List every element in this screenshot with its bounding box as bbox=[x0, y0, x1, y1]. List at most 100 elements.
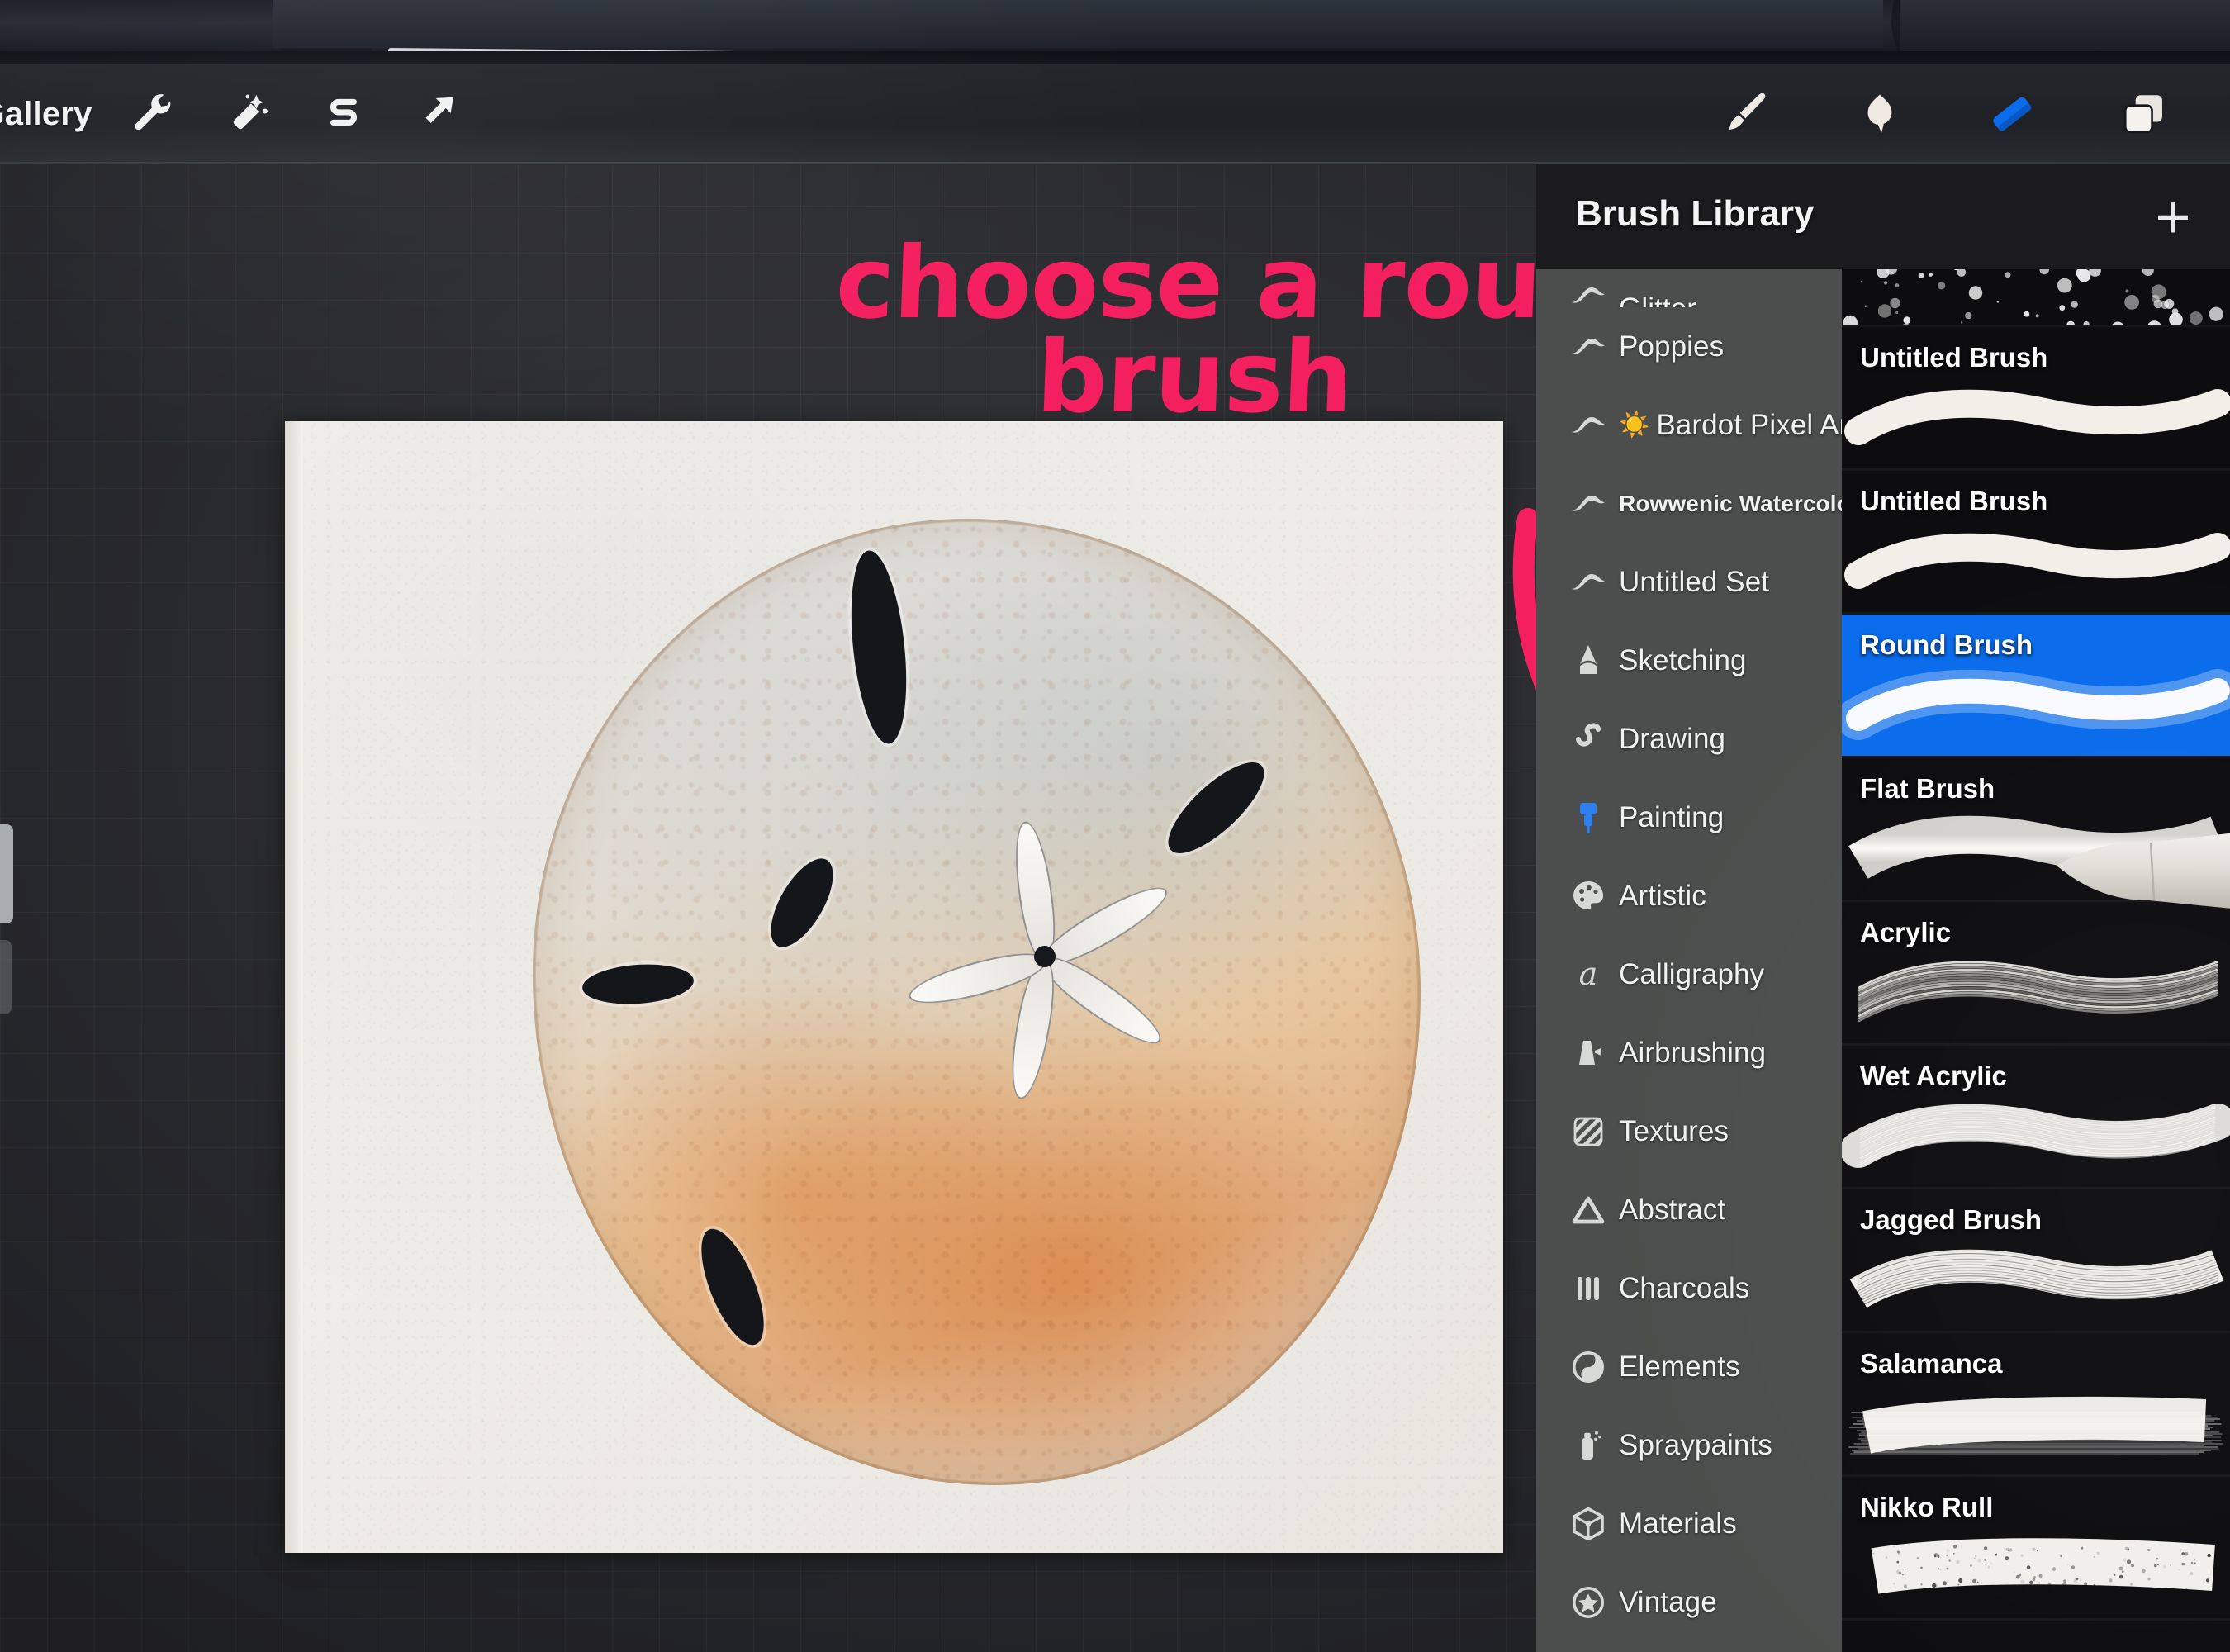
brush-category-luminance[interactable]: Luminance bbox=[1536, 1641, 1842, 1652]
airbrush-icon bbox=[1558, 1030, 1619, 1076]
brush-category-label: Abstract bbox=[1619, 1194, 1725, 1227]
brush-category-label: Charcoals bbox=[1619, 1272, 1749, 1305]
star-circle-icon bbox=[1558, 1579, 1619, 1626]
brush-category-sketching[interactable]: Sketching bbox=[1536, 621, 1842, 700]
brush-category-charcoals[interactable]: Charcoals bbox=[1536, 1249, 1842, 1327]
brush-category-label: Artistic bbox=[1619, 880, 1706, 913]
smudge-icon[interactable] bbox=[1814, 64, 1946, 164]
wrench-icon[interactable] bbox=[106, 64, 201, 164]
brush-category-artistic[interactable]: Artistic bbox=[1536, 857, 1842, 935]
brush-item-nikko-rull[interactable]: Nikko Rull bbox=[1842, 1477, 2230, 1621]
panel-header: Brush Library + bbox=[1536, 164, 2230, 269]
brush-category-drawing[interactable]: Drawing bbox=[1536, 700, 1842, 778]
brush-category-painting[interactable]: Painting bbox=[1536, 778, 1842, 857]
pencil-tip-icon bbox=[1558, 638, 1619, 684]
add-brush-button[interactable]: + bbox=[2137, 182, 2209, 253]
gallery-button[interactable]: Gallery bbox=[0, 64, 106, 164]
brush-opacity-slider[interactable] bbox=[0, 940, 12, 1014]
brush-stroke-preview bbox=[1842, 515, 2230, 606]
brush-category-poppies[interactable]: Poppies bbox=[1536, 307, 1842, 386]
brush-item-untitled-brush[interactable]: Untitled Brush bbox=[1842, 471, 2230, 615]
brush-item-jagged-brush[interactable]: Jagged Brush bbox=[1842, 1189, 2230, 1333]
eraser-icon[interactable] bbox=[1946, 64, 2078, 164]
paint-brush-icon bbox=[1558, 795, 1619, 841]
brush-name: Round Brush bbox=[1860, 629, 2033, 661]
brush-item-flat-brush[interactable]: Flat Brush bbox=[1842, 758, 2230, 902]
brush-list[interactable]: Untitled Brush Untitled Brush Round Brush F… bbox=[1842, 269, 2230, 1652]
brush-category-label: Untitled Set bbox=[1619, 566, 1769, 599]
brush-category-textures[interactable]: Textures bbox=[1536, 1092, 1842, 1170]
brush-item-salamanca[interactable]: Salamanca bbox=[1842, 1333, 2230, 1477]
brush-item-untitled-brush[interactable]: Untitled Brush bbox=[1842, 327, 2230, 471]
brush-item-acrylic[interactable]: Acrylic bbox=[1842, 902, 2230, 1046]
brush-category-label: Rowwenic Watercolor bbox=[1619, 491, 1842, 517]
paintbrush-icon[interactable] bbox=[1682, 64, 1814, 164]
sand-dollar-painting bbox=[533, 519, 1421, 1485]
brush-size-slider[interactable] bbox=[0, 824, 13, 923]
three-bars-icon bbox=[1558, 1265, 1619, 1312]
brush-stroke-icon bbox=[1558, 402, 1619, 449]
brush-name: Untitled Brush bbox=[1860, 342, 2047, 373]
brush-item-round-brush[interactable]: Round Brush bbox=[1842, 615, 2230, 758]
brush-stroke-preview bbox=[1842, 1521, 2230, 1612]
artwork-canvas[interactable] bbox=[285, 421, 1503, 1553]
annotation-line-2: brush bbox=[1035, 320, 1355, 435]
bezel-gloss-right bbox=[1900, 0, 2230, 51]
brush-category-untitled-set[interactable]: Untitled Set bbox=[1536, 543, 1842, 621]
brush-stroke-preview bbox=[1842, 803, 2230, 894]
magic-wand-icon[interactable] bbox=[201, 64, 296, 164]
bezel-gloss bbox=[273, 0, 1883, 48]
brush-category-label: Sketching bbox=[1619, 644, 1747, 677]
brush-category-vintage[interactable]: Vintage bbox=[1536, 1563, 1842, 1641]
layers-icon[interactable] bbox=[2078, 64, 2210, 164]
brush-name: Nikko Rull bbox=[1860, 1492, 1993, 1523]
brush-stroke-preview bbox=[1842, 1378, 2230, 1469]
brush-stroke-icon bbox=[1558, 324, 1619, 370]
brush-category-materials[interactable]: Materials bbox=[1536, 1484, 1842, 1563]
transform-icon[interactable] bbox=[391, 64, 486, 164]
paper-edge bbox=[285, 421, 303, 1553]
sand-dollar-petal-pattern bbox=[909, 791, 1181, 1122]
brush-category-label: Glitter bbox=[1619, 292, 1696, 307]
brush-category-spraypaints[interactable]: Spraypaints bbox=[1536, 1406, 1842, 1484]
petal-center-dot bbox=[1034, 946, 1056, 967]
palette-icon bbox=[1558, 873, 1619, 919]
brush-category-rowwenic-watercolor[interactable]: Rowwenic Watercolor bbox=[1536, 464, 1842, 543]
yin-yang-icon bbox=[1558, 1344, 1619, 1390]
brush-name: Jagged Brush bbox=[1860, 1204, 2042, 1236]
letter-a-icon: a bbox=[1558, 952, 1619, 998]
brush-stroke-preview bbox=[1842, 659, 2230, 750]
tablet-photo: choose a round brush Gallery bbox=[0, 0, 2230, 1652]
panel-title: Brush Library bbox=[1576, 193, 1815, 235]
brush-item-partial[interactable] bbox=[1842, 269, 2230, 327]
brush-stroke-preview bbox=[1842, 947, 2230, 1037]
tablet-bezel bbox=[0, 0, 2230, 64]
brush-category-airbrushing[interactable]: Airbrushing bbox=[1536, 1014, 1842, 1092]
brush-category-calligraphy[interactable]: a Calligraphy bbox=[1536, 935, 1842, 1014]
cube-icon bbox=[1558, 1501, 1619, 1547]
svg-text:a: a bbox=[1579, 956, 1598, 992]
brush-name: Acrylic bbox=[1860, 917, 1951, 948]
brush-category-label: Poppies bbox=[1619, 330, 1724, 363]
brush-stroke-icon bbox=[1558, 273, 1619, 307]
brush-category-elements[interactable]: Elements bbox=[1536, 1327, 1842, 1406]
brush-category-label: Bardot Pixel Art bbox=[1656, 409, 1842, 442]
s-curve-icon bbox=[1558, 716, 1619, 762]
selection-icon[interactable] bbox=[296, 64, 391, 164]
spray-can-icon bbox=[1558, 1422, 1619, 1469]
brush-category-glitter[interactable]: Glitter bbox=[1536, 269, 1842, 307]
brush-name: Salamanca bbox=[1860, 1348, 2002, 1379]
procreate-screen: choose a round brush Gallery bbox=[0, 64, 2230, 1652]
brush-category-label: Painting bbox=[1619, 801, 1724, 834]
sun-emoji-icon: ☀️ bbox=[1619, 411, 1649, 439]
brush-stroke-icon bbox=[1558, 559, 1619, 605]
brush-stroke-preview bbox=[1842, 269, 2230, 327]
brush-item-wet-acrylic[interactable]: Wet Acrylic bbox=[1842, 1046, 2230, 1189]
brush-category-label: Drawing bbox=[1619, 723, 1725, 756]
brush-category-abstract[interactable]: Abstract bbox=[1536, 1170, 1842, 1249]
brush-category-bardot-pixel-art[interactable]: ☀️ Bardot Pixel Art bbox=[1536, 386, 1842, 464]
brush-category-list[interactable]: Glitter Poppies ☀️Bardot Pixel Art Rowwenic… bbox=[1536, 269, 1842, 1652]
brush-category-label: Materials bbox=[1619, 1507, 1737, 1540]
brush-category-label: Spraypaints bbox=[1619, 1429, 1772, 1462]
top-toolbar: Gallery bbox=[0, 64, 2230, 164]
